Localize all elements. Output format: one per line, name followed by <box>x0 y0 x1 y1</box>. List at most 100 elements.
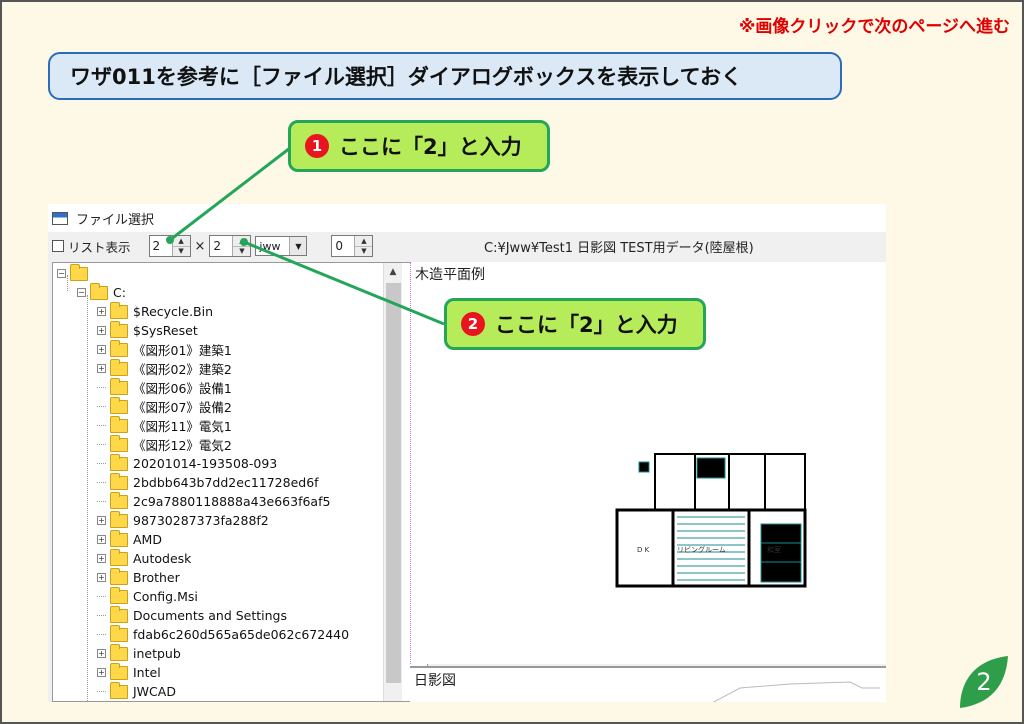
folder-icon <box>110 491 128 509</box>
list-view-checkbox[interactable] <box>52 240 64 252</box>
shadow-drawing <box>712 681 880 702</box>
rows-value[interactable]: 2 <box>150 236 172 256</box>
instruction-banner: ワザ011を参考に［ファイル選択］ダイアログボックスを表示しておく <box>48 52 842 100</box>
offset-spinner[interactable]: 0 ▲ ▼ <box>331 235 374 257</box>
tree-item[interactable]: + Intel <box>97 662 161 682</box>
folder-tree[interactable]: − − C: + $Recycle.Bin + $SysReset + 《図形01》建築1… <box>52 262 428 702</box>
expand-icon[interactable]: + <box>97 668 106 677</box>
tree-item[interactable]: JWCAD <box>97 681 176 701</box>
tree-item-label: 《図形06》設備1 <box>133 381 232 396</box>
tree-item-label: Config.Msi <box>133 589 198 604</box>
tree-item-label: 2c9a7880118888a43e663f6af5 <box>133 494 331 509</box>
tree-item-label: 《図形12》電気2 <box>133 438 232 453</box>
folder-icon <box>70 263 88 281</box>
preview-pane-2[interactable]: 日影図 <box>410 666 886 702</box>
scroll-thumb[interactable] <box>386 283 401 683</box>
plan-label-washitsu: 和室 <box>767 545 781 554</box>
spin-down-icon[interactable]: ▼ <box>172 245 190 257</box>
tree-item-label: $SysReset <box>133 323 198 338</box>
tree-item[interactable]: + 《図形02》建築2 <box>97 358 232 378</box>
collapse-icon[interactable]: − <box>77 288 86 297</box>
folder-icon <box>110 358 128 376</box>
tree-item[interactable]: + Brother <box>97 567 180 587</box>
dialog-toolbar: リスト表示 2 ▲ ▼ × 2 ▲ ▼ jww ▼ 0 ▲ ▼ C:¥Jww¥Test… <box>48 232 886 260</box>
tree-item[interactable]: Documents and Settings <box>97 605 288 625</box>
tree-item-label: Brother <box>133 570 180 585</box>
tree-item[interactable]: 《図形11》電気1 <box>97 415 232 435</box>
folder-icon <box>110 567 128 585</box>
tree-connector <box>97 406 106 407</box>
expand-icon[interactable]: + <box>97 345 106 354</box>
spin-up-icon[interactable]: ▲ <box>233 236 250 246</box>
folder-icon <box>110 320 128 338</box>
tree-item[interactable]: 2bdbb643b7dd2ec11728ed6f <box>97 472 319 492</box>
cols-value[interactable]: 2 <box>210 236 232 256</box>
spin-up-icon[interactable]: ▲ <box>355 236 372 246</box>
tree-item[interactable]: Config.Msi <box>97 586 198 606</box>
tree-item[interactable]: 《図形07》設備2 <box>97 396 232 416</box>
tree-item-label: 98730287373fa288f2 <box>133 513 269 528</box>
spin-up-icon[interactable]: ▲ <box>173 236 190 246</box>
tree-connector <box>97 634 106 635</box>
callout-1: 1 ここに「2」と入力 <box>288 120 550 172</box>
tree-item[interactable]: fdab6c260d565a65de062c672440 <box>97 624 349 644</box>
folder-icon <box>110 624 128 642</box>
expand-icon[interactable]: + <box>97 649 106 658</box>
tree-item[interactable]: + AMD <box>97 529 162 549</box>
expand-icon[interactable]: + <box>97 364 106 373</box>
tree-item[interactable]: + $Recycle.Bin <box>97 301 213 321</box>
folder-icon <box>110 415 128 433</box>
next-page-note[interactable]: ※画像クリックで次のページへ進む <box>739 12 1010 37</box>
expand-icon[interactable]: + <box>97 326 106 335</box>
file-select-dialog: ファイル選択 リスト表示 2 ▲ ▼ × 2 ▲ ▼ jww ▼ 0 ▲ ▼ C:¥J… <box>48 204 886 702</box>
app-icon <box>52 211 68 225</box>
tree-item[interactable]: 20201014-193508-093 <box>97 453 277 473</box>
tree-item-label: inetpub <box>133 646 181 661</box>
list-view-label: リスト表示 <box>68 239 131 255</box>
folder-icon <box>110 339 128 357</box>
folder-icon <box>110 472 128 490</box>
tree-item[interactable]: + $SysReset <box>97 320 198 340</box>
tree-connector <box>97 444 106 445</box>
folder-icon <box>110 510 128 528</box>
expand-icon[interactable]: + <box>97 535 106 544</box>
tree-connector <box>97 691 106 692</box>
spin-down-icon[interactable]: ▼ <box>355 245 373 257</box>
tree-scrollbar[interactable]: ▲ <box>383 263 402 701</box>
expand-icon[interactable]: + <box>97 573 106 582</box>
tree-root[interactable]: − <box>57 263 93 283</box>
collapse-icon[interactable]: − <box>57 269 66 278</box>
tree-item[interactable]: + 《図形01》建築1 <box>97 339 232 359</box>
plan-label-dk: D K <box>637 546 650 554</box>
callout-number-2: 2 <box>461 312 485 336</box>
expand-icon[interactable]: + <box>97 516 106 525</box>
folder-icon <box>110 529 128 547</box>
tree-item-label: Documents and Settings <box>133 608 288 623</box>
spin-down-icon[interactable]: ▼ <box>233 245 251 257</box>
tree-item[interactable]: +98730287373fa288f2 <box>97 510 269 530</box>
expand-icon[interactable]: + <box>97 554 106 563</box>
tree-item[interactable]: 《図形12》電気2 <box>97 434 232 454</box>
tree-item-label: 《図形11》電気1 <box>133 419 232 434</box>
cols-spinner[interactable]: 2 ▲ ▼ <box>209 235 252 257</box>
tree-item[interactable]: + Autodesk <box>97 548 191 568</box>
tree-drive[interactable]: − C: <box>77 282 126 302</box>
rows-spinner[interactable]: 2 ▲ ▼ <box>148 235 191 257</box>
page-number-leaf[interactable]: 2 <box>954 652 1012 710</box>
folder-icon <box>110 453 128 471</box>
tree-item[interactable]: 2c9a7880118888a43e663f6af5 <box>97 491 331 511</box>
tree-connector <box>97 615 106 616</box>
tree-item-label: 《図形07》設備2 <box>133 400 232 415</box>
scroll-up-icon[interactable]: ▲ <box>384 263 402 281</box>
chevron-down-icon[interactable]: ▼ <box>289 237 307 255</box>
expand-icon[interactable]: + <box>97 307 106 316</box>
tree-item[interactable]: + inetpub <box>97 643 181 663</box>
tree-connector <box>97 501 106 502</box>
tree-item[interactable]: 《図形06》設備1 <box>97 377 232 397</box>
drive-label: C: <box>113 285 126 300</box>
folder-icon <box>110 434 128 452</box>
folder-icon <box>110 605 128 623</box>
folder-icon <box>110 396 128 414</box>
extension-select[interactable]: jww ▼ <box>255 236 308 256</box>
offset-value[interactable]: 0 <box>332 236 354 256</box>
